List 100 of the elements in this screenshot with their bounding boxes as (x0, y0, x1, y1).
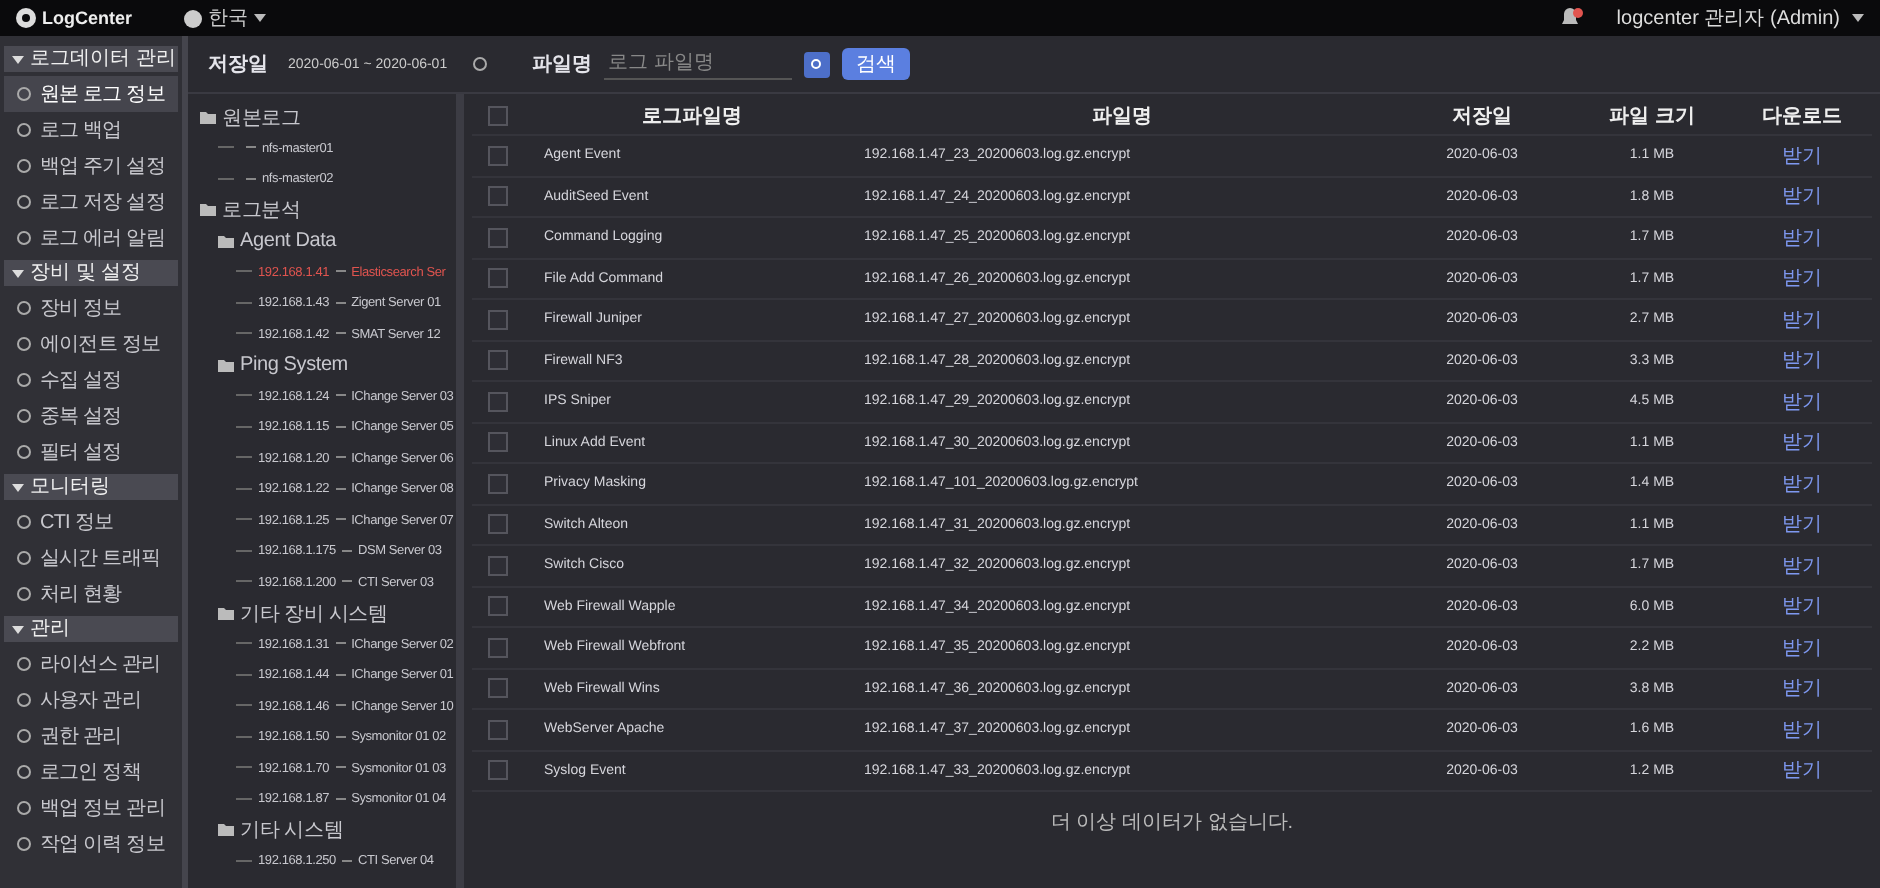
checkbox[interactable] (488, 514, 508, 535)
bell-icon[interactable] (1560, 8, 1585, 28)
download-link[interactable]: 받기 (1782, 264, 1822, 293)
download-link[interactable]: 받기 (1782, 633, 1822, 662)
menu-item-icon (16, 836, 32, 852)
checkbox[interactable] (488, 145, 508, 166)
checkbox[interactable] (488, 391, 508, 412)
checkbox[interactable] (488, 637, 508, 658)
sidebar-item[interactable]: 원본 로그 정보 (4, 76, 178, 112)
sidebar-group[interactable]: 장비 및 설정 (4, 260, 178, 286)
sidebar-item[interactable]: 로그 저장 설정 (4, 184, 178, 220)
download-link[interactable]: 받기 (1782, 346, 1822, 375)
checkbox[interactable] (488, 596, 508, 617)
tree-item[interactable]: 원본로그 (200, 102, 456, 133)
download-link[interactable]: 받기 (1782, 428, 1822, 457)
sidebar-item[interactable]: 사용자 관리 (4, 682, 178, 718)
connector-line (335, 301, 346, 306)
sidebar-group[interactable]: 로그데이터 관리 (4, 46, 178, 72)
download-link[interactable]: 받기 (1782, 674, 1822, 703)
checkbox[interactable] (488, 227, 508, 248)
file-name-field[interactable]: 로그 파일명 (604, 48, 792, 80)
tree-item-label: 원본로그 (222, 105, 301, 132)
download-link[interactable]: 받기 (1782, 223, 1822, 252)
sidebar-item[interactable]: 백업 정보 관리 (4, 790, 178, 826)
tree-item[interactable]: 기타 장비 시스템 (200, 598, 456, 629)
menu-item-icon (16, 372, 32, 388)
tree-line (236, 549, 252, 554)
sidebar-item[interactable]: 로그 에러 알림 (4, 220, 178, 256)
sidebar-item[interactable]: 로그 백업 (4, 112, 178, 148)
sidebar-item[interactable]: 에이전트 정보 (4, 326, 178, 362)
checkbox[interactable] (488, 473, 508, 494)
download-link[interactable]: 받기 (1782, 305, 1822, 334)
checkbox[interactable] (488, 350, 508, 371)
sidebar-item[interactable]: 중복 설정 (4, 398, 178, 434)
folder-icon (218, 824, 234, 837)
tree-line (236, 301, 252, 306)
download-link[interactable]: 받기 (1782, 182, 1822, 211)
sidebar-item[interactable]: 작업 이력 정보 (4, 826, 178, 862)
download-link[interactable]: 받기 (1782, 510, 1822, 539)
download-link[interactable]: 받기 (1782, 715, 1822, 744)
sidebar-item[interactable]: 라이선스 관리 (4, 646, 178, 682)
sidebar-group[interactable]: 모니터링 (4, 474, 178, 500)
checkbox[interactable] (488, 268, 508, 289)
tree-line (236, 332, 252, 337)
sidebar-item[interactable]: 장비 정보 (4, 290, 178, 326)
download-link[interactable]: 받기 (1782, 141, 1822, 170)
tree-item[interactable]: 기타 시스템 (200, 815, 456, 846)
folder-icon (218, 359, 234, 372)
tree-line (236, 270, 252, 275)
menu-item-icon (16, 86, 32, 102)
checkbox[interactable] (488, 432, 508, 453)
menu-item-icon (16, 194, 32, 210)
checkbox[interactable] (488, 719, 508, 740)
checkbox[interactable] (488, 106, 508, 126)
column-header: 파일명 (1090, 104, 1154, 130)
download-link[interactable]: 받기 (1782, 551, 1822, 580)
sidebar-item[interactable]: 처리 현황 (4, 576, 178, 612)
app-logo: LogCenter (42, 8, 132, 28)
caret-down-icon (12, 623, 24, 635)
checkbox[interactable] (488, 309, 508, 330)
sidebar-group[interactable]: 관리 (4, 616, 178, 642)
connector-line (335, 673, 346, 678)
tree-item[interactable]: 로그분석 (200, 195, 456, 226)
sidebar-item[interactable]: 수집 설정 (4, 362, 178, 398)
caret-down-icon (12, 53, 24, 65)
tree-line (236, 735, 252, 740)
search-button[interactable]: 검색 (842, 48, 910, 80)
connector-line (341, 580, 352, 585)
checkbox[interactable] (488, 760, 508, 781)
menu-item-icon (16, 408, 32, 424)
tree-line (218, 177, 234, 182)
checkbox[interactable] (488, 555, 508, 576)
checkbox[interactable] (488, 186, 508, 207)
connector-line (335, 270, 346, 275)
tree-line (236, 673, 252, 678)
search-button[interactable] (804, 51, 830, 77)
menu-item-icon (16, 692, 32, 708)
file-label: 파일명 (532, 52, 592, 78)
sidebar-item[interactable]: 백업 주기 설정 (4, 148, 178, 184)
user-menu[interactable]: logcenter 관리자 (Admin) (1616, 4, 1840, 32)
connector-line (335, 735, 346, 740)
download-link[interactable]: 받기 (1782, 756, 1822, 785)
download-link[interactable]: 받기 (1782, 592, 1822, 621)
sidebar-item[interactable]: 로그인 정책 (4, 754, 178, 790)
connector-line (335, 518, 346, 523)
checkbox[interactable] (488, 678, 508, 699)
menu-item-icon (16, 550, 32, 566)
language-selector[interactable]: 한국 (208, 4, 248, 32)
sidebar-item[interactable]: 필터 설정 (4, 434, 178, 470)
sidebar-item[interactable]: 권한 관리 (4, 718, 178, 754)
download-link[interactable]: 받기 (1782, 387, 1822, 416)
tree-item[interactable]: Ping System (200, 350, 456, 381)
tree-item[interactable]: Agent Data (200, 226, 456, 257)
sidebar-item[interactable]: 실시간 트래픽 (4, 540, 178, 576)
sidebar-item[interactable]: CTI 정보 (4, 504, 178, 540)
caret-icon (1852, 14, 1864, 22)
download-link[interactable]: 받기 (1782, 469, 1822, 498)
folder-icon (218, 607, 234, 620)
menu-item-icon (16, 514, 32, 530)
menu-item-icon (16, 122, 32, 138)
